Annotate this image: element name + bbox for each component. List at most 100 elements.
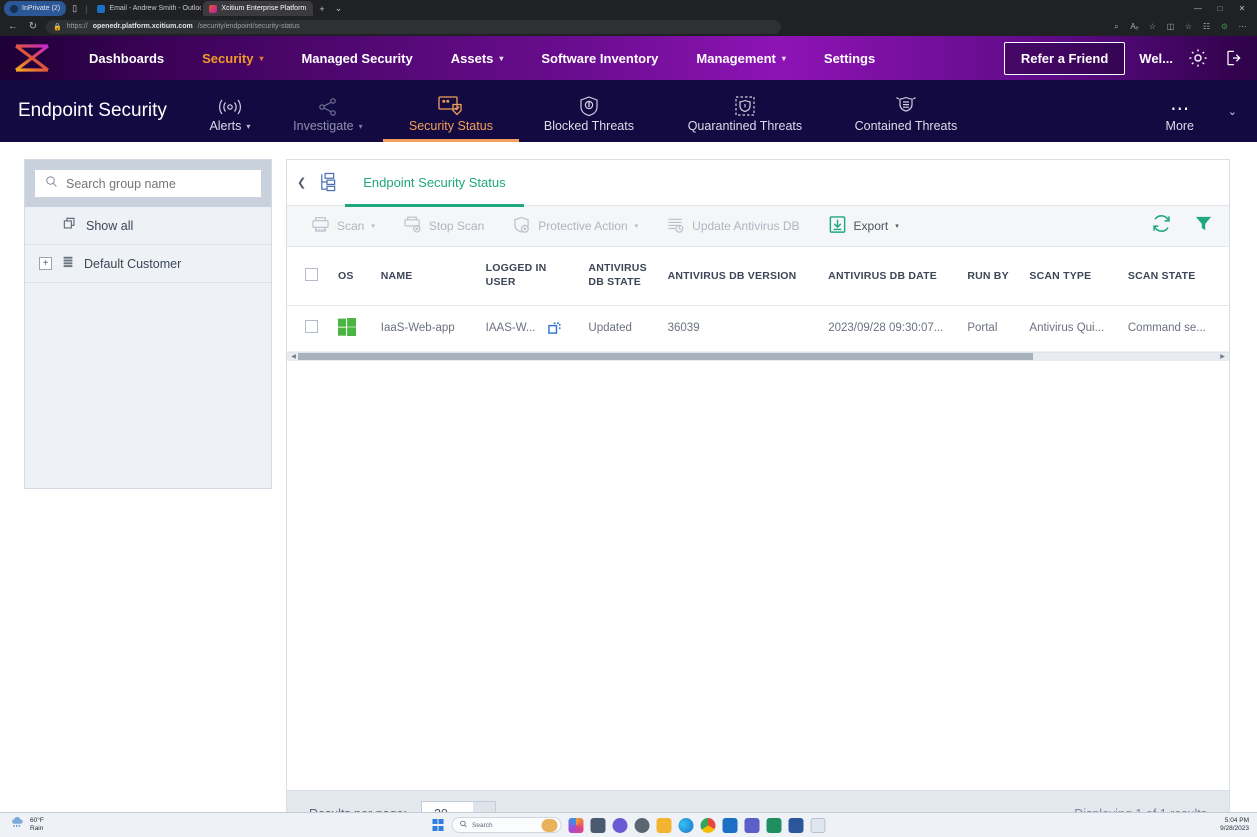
- scan-icon: [311, 216, 330, 236]
- column-scan-type[interactable]: SCAN TYPE: [1023, 247, 1121, 305]
- settings-more-icon[interactable]: ⋯: [1234, 22, 1251, 31]
- widgets-icon[interactable]: [590, 818, 605, 833]
- minimize-button[interactable]: —: [1187, 4, 1209, 13]
- org-tree-icon[interactable]: [310, 172, 345, 193]
- nav-item-dashboards[interactable]: Dashboards: [70, 51, 183, 66]
- xcitium-icon: [209, 5, 217, 13]
- refresh-icon[interactable]: [1151, 213, 1172, 239]
- browser-tab-outlook[interactable]: Email - Andrew Smith - Outlook ✕: [91, 1, 201, 16]
- browser-essentials-icon[interactable]: ☷: [1198, 22, 1215, 31]
- column-logged-in-user[interactable]: LOGGED INUSER: [480, 247, 583, 305]
- collections-icon[interactable]: ☆: [1180, 22, 1197, 31]
- expand-user-icon[interactable]: [548, 319, 564, 338]
- subnav-item-contained-threats[interactable]: Contained Threats: [831, 80, 981, 142]
- inprivate-icon: [10, 5, 18, 13]
- search-input[interactable]: [66, 177, 251, 191]
- snip-icon[interactable]: [810, 818, 825, 833]
- subnav-item-more[interactable]: ⋯ More: [1148, 80, 1228, 142]
- new-tab-button[interactable]: +: [315, 4, 328, 14]
- teams-icon[interactable]: [744, 818, 759, 833]
- zoom-icon[interactable]: ⌕: [1108, 22, 1125, 32]
- taskbar-weather-widget[interactable]: 60°F Rain: [0, 816, 44, 834]
- read-aloud-icon[interactable]: Aₑ: [1126, 22, 1143, 31]
- expand-node-button[interactable]: +: [39, 257, 52, 270]
- scroll-right-arrow-icon[interactable]: ▶: [1218, 353, 1227, 360]
- column-antivirus-db-date[interactable]: ANTIVIRUS DB DATE: [822, 247, 961, 305]
- toolbar-stop-scan-button[interactable]: Stop Scan: [389, 216, 498, 236]
- subnav-item-quarantined-threats[interactable]: Quarantined Threats: [659, 80, 831, 142]
- tab-actions-icon[interactable]: ▯: [68, 3, 81, 14]
- nav-item-security[interactable]: Security ▾: [183, 51, 282, 66]
- subnav-item-security-status[interactable]: Security Status: [383, 80, 519, 142]
- toolbar-label: Scan: [337, 219, 364, 233]
- logout-icon[interactable]: [1223, 48, 1243, 68]
- nav-item-settings[interactable]: Settings: [805, 51, 894, 66]
- more-chevron-down-icon[interactable]: ⌄: [1228, 80, 1257, 142]
- refer-a-friend-button[interactable]: Refer a Friend: [1004, 42, 1125, 75]
- word-icon[interactable]: [788, 818, 803, 833]
- close-icon[interactable]: ✕: [312, 4, 313, 13]
- column-antivirus-db-version[interactable]: ANTIVIRUS DB VERSION: [662, 247, 823, 305]
- nav-item-software-inventory[interactable]: Software Inventory: [522, 51, 677, 66]
- xcitium-logo[interactable]: [10, 41, 54, 75]
- subnav-item-alerts[interactable]: Alerts ▾: [187, 80, 273, 142]
- sidebar-item-default-customer[interactable]: + Default Customer: [25, 245, 271, 283]
- filter-funnel-icon[interactable]: [1194, 214, 1213, 238]
- toolbar-scan-button[interactable]: Scan ▾: [297, 216, 389, 236]
- tab-endpoint-security-status[interactable]: Endpoint Security Status: [345, 160, 523, 206]
- sidebar-item-show-all[interactable]: Show all: [25, 207, 271, 245]
- column-scan-state[interactable]: SCAN STATE: [1122, 247, 1229, 305]
- column-antivirus-db-state[interactable]: ANTIVIRUSDB STATE: [582, 247, 661, 305]
- search-group-box[interactable]: [34, 169, 262, 198]
- chrome-icon[interactable]: [700, 818, 715, 833]
- nav-item-managed-security[interactable]: Managed Security: [282, 51, 431, 66]
- file-explorer-icon[interactable]: [656, 818, 671, 833]
- table-row[interactable]: IaaS-Web-app IAAS-W... Updated 360: [287, 305, 1229, 351]
- windows-start-icon[interactable]: [432, 819, 444, 831]
- split-screen-icon[interactable]: ◫: [1162, 22, 1179, 31]
- back-arrow-icon[interactable]: ←: [6, 21, 20, 32]
- maximize-button[interactable]: □: [1209, 4, 1231, 13]
- select-all-checkbox[interactable]: [305, 268, 318, 281]
- reload-icon[interactable]: ↻: [26, 21, 40, 32]
- toolbar-update-antivirus-db-button[interactable]: Update Antivirus DB: [652, 216, 813, 237]
- row-checkbox[interactable]: [305, 320, 318, 333]
- subnav-label: Alerts ▾: [209, 119, 250, 133]
- column-os[interactable]: OS: [332, 247, 375, 305]
- close-window-button[interactable]: ✕: [1231, 4, 1253, 13]
- weather-temperature: 60°F: [30, 817, 44, 825]
- scroll-left-arrow-icon[interactable]: ◀: [289, 353, 298, 360]
- outlook-icon[interactable]: [722, 818, 737, 833]
- settings-icon[interactable]: [634, 818, 649, 833]
- search-widget-icon[interactable]: [541, 819, 557, 832]
- collapse-left-icon[interactable]: ❮: [293, 176, 310, 189]
- gear-icon[interactable]: [1187, 47, 1209, 69]
- edge-icon[interactable]: [678, 818, 693, 833]
- copilot-icon[interactable]: [568, 818, 583, 833]
- column-name[interactable]: NAME: [375, 247, 480, 305]
- subnav-items: Alerts ▾ Investigate ▾: [187, 80, 1257, 142]
- browser-tab-xcitium[interactable]: Xcitium Enterprise Platform ✕: [203, 1, 313, 16]
- scrollbar-thumb[interactable]: [298, 353, 1033, 360]
- extensions-icon[interactable]: ⚙: [1216, 22, 1233, 31]
- url-input[interactable]: 🔒 https://openedr.platform.xcitium.com/s…: [46, 20, 781, 34]
- subnav-item-investigate[interactable]: Investigate ▾: [273, 80, 383, 142]
- toolbar-protective-action-button[interactable]: Protective Action ▾: [498, 216, 652, 237]
- table-horizontal-scrollbar[interactable]: ◀ ▶: [287, 352, 1229, 361]
- cell-name[interactable]: IaaS-Web-app: [375, 305, 480, 351]
- taskbar-clock[interactable]: 5:04 PM 9/28/2023: [1220, 817, 1249, 834]
- store-icon[interactable]: [766, 818, 781, 833]
- tab-list-chevron-down-icon[interactable]: ⌄: [331, 3, 347, 14]
- column-run-by[interactable]: RUN BY: [961, 247, 1023, 305]
- cell-run-by: Portal: [961, 305, 1023, 351]
- subnav-item-blocked-threats[interactable]: Blocked Threats: [519, 80, 659, 142]
- teams-chat-icon[interactable]: [612, 818, 627, 833]
- browser-tab-inprivate[interactable]: InPrivate (2): [4, 1, 66, 16]
- contained-shield-icon: [893, 95, 919, 117]
- welcome-user-label[interactable]: Wel...: [1139, 51, 1173, 66]
- nav-item-management[interactable]: Management ▾: [677, 51, 804, 66]
- taskbar-search-box[interactable]: Search: [451, 817, 561, 833]
- nav-item-assets[interactable]: Assets ▾: [432, 51, 523, 66]
- toolbar-export-button[interactable]: Export ▾: [814, 215, 913, 237]
- favorite-icon[interactable]: ☆: [1144, 22, 1161, 31]
